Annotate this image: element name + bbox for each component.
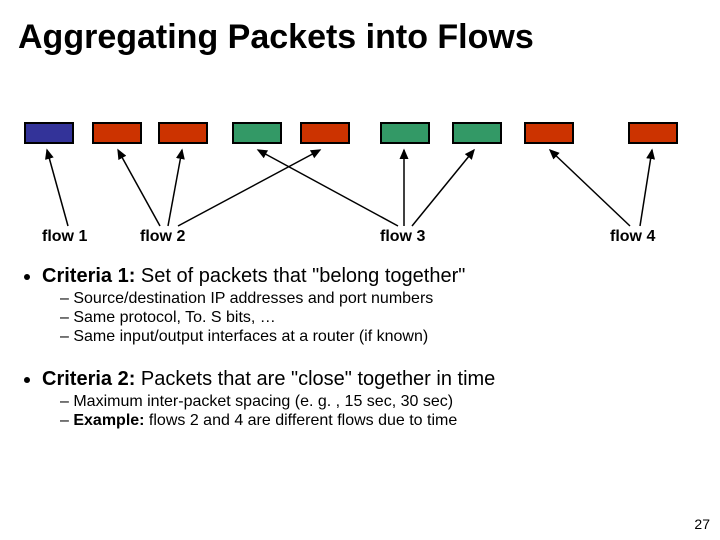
packet-flow3-c bbox=[452, 122, 502, 144]
packet-flow4-b bbox=[628, 122, 678, 144]
packet-flow2-a bbox=[92, 122, 142, 144]
slide-body: Criteria 1: Set of packets that "belong … bbox=[22, 265, 692, 444]
packet-flow3-a bbox=[232, 122, 282, 144]
flow-arrows bbox=[0, 144, 720, 234]
flow-label-3: flow 3 bbox=[380, 228, 425, 246]
criteria-2: Criteria 2: Packets that are "close" tog… bbox=[42, 368, 692, 430]
flow-label-2: flow 2 bbox=[140, 228, 185, 246]
example-text: flows 2 and 4 are different flows due to… bbox=[144, 412, 457, 429]
slide-title: Aggregating Packets into Flows bbox=[18, 18, 534, 57]
criteria-1-sub-1: Source/destination IP addresses and port… bbox=[60, 290, 692, 308]
packet-flow2-b bbox=[158, 122, 208, 144]
flow-label-4: flow 4 bbox=[610, 228, 655, 246]
criteria-1-text: Set of packets that "belong together" bbox=[135, 265, 465, 287]
packet-flow1 bbox=[24, 122, 74, 144]
example-label: Example: bbox=[73, 412, 144, 429]
criteria-2-sub-1: Maximum inter-packet spacing (e. g. , 15… bbox=[60, 393, 692, 411]
flow-label-1: flow 1 bbox=[42, 228, 87, 246]
packet-flow3-b bbox=[380, 122, 430, 144]
criteria-1: Criteria 1: Set of packets that "belong … bbox=[42, 265, 692, 346]
criteria-2-label: Criteria 2: bbox=[42, 368, 135, 390]
criteria-2-text: Packets that are "close" together in tim… bbox=[135, 368, 495, 390]
page-number: 27 bbox=[694, 516, 710, 532]
criteria-1-label: Criteria 1: bbox=[42, 265, 135, 287]
criteria-1-sub-3: Same input/output interfaces at a router… bbox=[60, 328, 692, 346]
packet-flow2-c bbox=[300, 122, 350, 144]
packet-flow4-a bbox=[524, 122, 574, 144]
criteria-2-sub-2: Example: flows 2 and 4 are different flo… bbox=[60, 412, 692, 430]
criteria-1-sub-2: Same protocol, To. S bits, … bbox=[60, 309, 692, 327]
